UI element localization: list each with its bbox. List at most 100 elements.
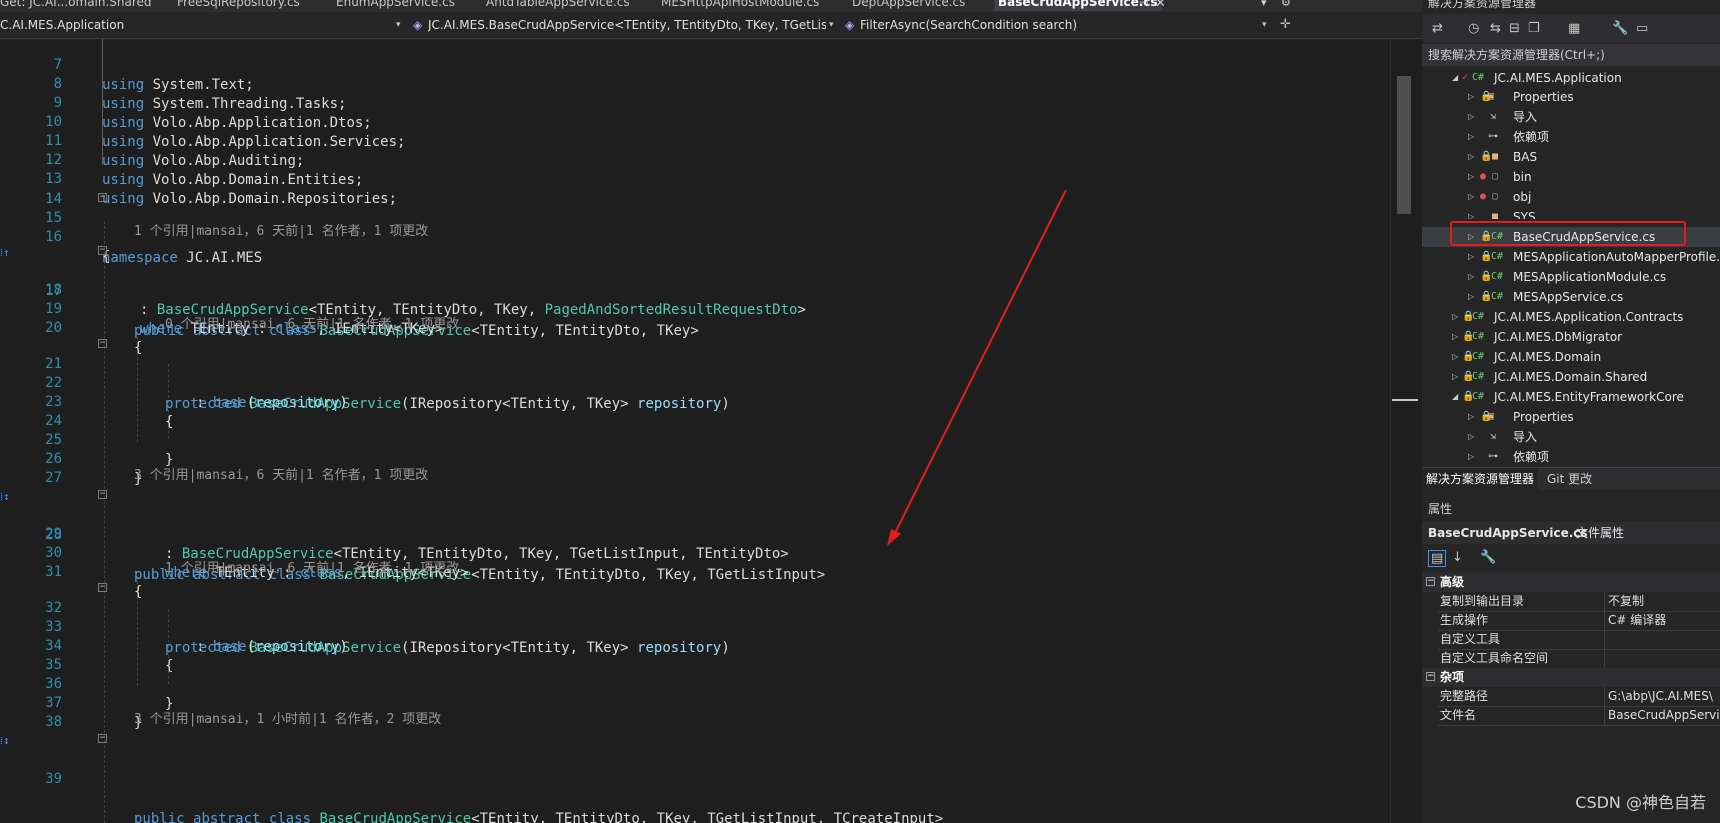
property-row[interactable]: 自定义工具命名空间 — [1438, 649, 1720, 669]
collapsed-arrow-icon[interactable]: ▷ — [1468, 247, 1474, 267]
property-row[interactable]: 文件名 BaseCrudAppServi — [1438, 706, 1720, 726]
tree-item-project-efcore[interactable]: ◢ 🔒 C# JC.AI.MES.EntityFrameworkCore — [1422, 387, 1720, 407]
collapsed-arrow-icon[interactable]: ▷ — [1468, 127, 1474, 147]
tree-item-mes-app-service[interactable]: ▷ 🔒 C# MESAppService.cs — [1422, 287, 1720, 307]
expanded-arrow-icon[interactable]: ◢ — [1452, 387, 1458, 407]
category-label: 高级 — [1440, 575, 1465, 589]
property-row[interactable]: 复制到输出目录 不复制 — [1438, 592, 1720, 612]
solution-search-input[interactable]: 搜索解决方案资源管理器(Ctrl+;) — [1422, 44, 1720, 66]
tree-item-import[interactable]: ▷ ⇲ 导入 — [1422, 427, 1720, 447]
property-name: 文件名 — [1440, 708, 1477, 722]
property-value[interactable]: BaseCrudAppServi — [1608, 706, 1720, 725]
collapsed-arrow-icon[interactable]: ▷ — [1468, 287, 1474, 307]
sync-icon[interactable]: ⇄ — [1432, 21, 1443, 36]
tab-git-changes[interactable]: Git 更改 — [1547, 468, 1592, 490]
collapsed-arrow-icon[interactable]: ▷ — [1452, 327, 1458, 347]
alphabetical-sort-icon[interactable]: ↓ — [1452, 550, 1463, 565]
tree-item-bas[interactable]: ▷ 🔒 ■ BAS — [1422, 147, 1720, 167]
panel-title: 解决方案资源管理器 — [1428, 0, 1537, 10]
category-misc[interactable]: − 杂项 — [1422, 668, 1720, 687]
property-row[interactable]: 生成操作 C# 编译器 — [1438, 611, 1720, 631]
collapsed-arrow-icon[interactable]: ▷ — [1468, 267, 1474, 287]
dependencies-icon: ⊶ — [1488, 131, 1498, 142]
collapsed-arrow-icon[interactable]: ▷ — [1468, 427, 1474, 447]
collapsed-arrow-icon[interactable]: ▷ — [1452, 367, 1458, 387]
tree-item-project-application[interactable]: ◢ ✓ C# JC.AI.MES.Application — [1422, 68, 1720, 88]
solution-toolbar: ⇄ ◷ ⇆ ⊟ ❐ ▦ 🔧 ▭ — [1422, 14, 1720, 42]
excluded-icon: ● — [1480, 191, 1487, 202]
filter-icon[interactable]: ▦ — [1568, 21, 1580, 36]
folder-wrench-icon: ▣ — [1488, 91, 1495, 102]
property-name: 复制到输出目录 — [1440, 594, 1525, 608]
tree-item-label: JC.AI.MES.DbMigrator — [1494, 330, 1623, 344]
tree-item-label: 依赖项 — [1513, 130, 1550, 144]
collapsed-arrow-icon[interactable]: ▷ — [1468, 207, 1474, 219]
tree-item-label: 导入 — [1513, 430, 1538, 444]
property-name: 自定义工具 — [1440, 632, 1501, 646]
history-icon[interactable]: ◷ — [1468, 21, 1479, 36]
tree-item-bin[interactable]: ▷ ● ▢ bin — [1422, 167, 1720, 187]
categorized-icon[interactable]: ▤ — [1428, 550, 1447, 567]
tab-solution-explorer[interactable]: 解决方案资源管理器 — [1422, 468, 1539, 490]
tree-item-label: bin — [1513, 170, 1532, 184]
properties-object-selector[interactable]: BaseCrudAppService.cs 文件属性 — [1422, 522, 1720, 544]
lock-icon: 🔒 — [1480, 151, 1493, 162]
tree-item-dependencies[interactable]: ▷ ⊶ 依赖项 — [1422, 127, 1720, 147]
category-label: 杂项 — [1440, 670, 1465, 684]
arrow-shaft — [893, 189, 1067, 536]
import-icon: ⇲ — [1490, 111, 1497, 122]
swap-icon[interactable]: ⇆ — [1490, 21, 1501, 36]
collapsed-arrow-icon[interactable]: ▷ — [1468, 447, 1474, 467]
tree-item-sys[interactable]: ▷ ■ SYS — [1422, 207, 1720, 219]
tree-item-project-domain[interactable]: ▷ 🔒 C# JC.AI.MES.Domain — [1422, 347, 1720, 367]
tree-item-label: JC.AI.MES.Application — [1494, 71, 1622, 85]
preview-icon[interactable]: ▭ — [1636, 21, 1648, 36]
collapsed-arrow-icon[interactable]: ▷ — [1468, 187, 1474, 207]
import-icon: ⇲ — [1490, 431, 1497, 442]
csharp-file-icon: C# — [1491, 291, 1504, 302]
show-all-files-icon[interactable]: ❐ — [1528, 21, 1540, 36]
collapsed-arrow-icon[interactable]: ▷ — [1468, 147, 1474, 167]
tree-item-label: JC.AI.MES.Application.Contracts — [1494, 310, 1684, 324]
collapsed-arrow-icon[interactable]: ▷ — [1468, 87, 1474, 107]
wrench-icon[interactable]: 🔧 — [1612, 21, 1628, 36]
tree-item-project-dbmigrator[interactable]: ▷ 🔒 C# JC.AI.MES.DbMigrator — [1422, 327, 1720, 347]
property-pages-icon[interactable]: 🔧 — [1480, 550, 1496, 565]
properties-panel: 属性 BaseCrudAppService.cs 文件属性 ▤ ↓ 🔧 − 高级… — [1422, 492, 1720, 823]
collapsed-arrow-icon[interactable]: ▷ — [1452, 307, 1458, 327]
property-name: 完整路径 — [1440, 689, 1489, 703]
csharp-project-icon: C# — [1472, 391, 1485, 402]
tree-item-label: JC.AI.MES.Domain.Shared — [1494, 370, 1648, 384]
folder-wrench-icon: ▣ — [1488, 411, 1495, 422]
collapsed-arrow-icon[interactable]: ▷ — [1468, 107, 1474, 127]
collapsed-arrow-icon[interactable]: ▷ — [1468, 407, 1474, 427]
tree-item-project-contracts[interactable]: ▷ 🔒 C# JC.AI.MES.Application.Contracts — [1422, 307, 1720, 327]
tree-item-label: SYS — [1513, 210, 1536, 219]
properties-toolbar: ▤ ↓ 🔧 — [1422, 547, 1720, 571]
tree-item-import[interactable]: ▷ ⇲ 导入 — [1422, 107, 1720, 127]
tree-item-application-module[interactable]: ▷ 🔒 C# MESApplicationModule.cs — [1422, 267, 1720, 287]
tree-item-label: BAS — [1513, 150, 1538, 164]
property-row[interactable]: 完整路径 G:\abp\JC.AI.MES\ — [1438, 687, 1720, 707]
tree-item-properties[interactable]: ▷ 🔒 ▣ Properties — [1422, 87, 1720, 107]
property-value[interactable]: G:\abp\JC.AI.MES\ — [1608, 687, 1713, 706]
expanded-arrow-icon[interactable]: ◢ — [1452, 68, 1458, 88]
tree-item-project-domain-shared[interactable]: ▷ 🔒 C# JC.AI.MES.Domain.Shared — [1422, 367, 1720, 387]
collapse-icon[interactable]: − — [1426, 672, 1435, 681]
collapse-icon[interactable]: − — [1426, 577, 1435, 586]
tree-item-obj[interactable]: ▷ ● ▢ obj — [1422, 187, 1720, 207]
category-advanced[interactable]: − 高级 — [1422, 573, 1720, 592]
collapsed-arrow-icon[interactable]: ▷ — [1452, 347, 1458, 367]
tree-item-label: 依赖项 — [1513, 450, 1550, 464]
collapsed-arrow-icon[interactable]: ▷ — [1468, 167, 1474, 187]
tree-item-dependencies[interactable]: ▷ ⊶ 依赖项 — [1422, 447, 1720, 467]
csharp-project-icon: C# — [1472, 351, 1485, 362]
csharp-project-icon: C# — [1472, 331, 1485, 342]
collapse-all-icon[interactable]: ⊟ — [1509, 21, 1520, 36]
tree-item-automapper-profile[interactable]: ▷ 🔒 C# MESApplicationAutoMapperProfile.c — [1422, 247, 1720, 267]
tree-item-properties[interactable]: ▷ 🔒 ▣ Properties — [1422, 407, 1720, 427]
csharp-project-icon: C# — [1472, 72, 1485, 83]
property-row[interactable]: 自定义工具 — [1438, 630, 1720, 650]
property-value[interactable]: C# 编译器 — [1608, 611, 1666, 630]
property-value[interactable]: 不复制 — [1608, 592, 1644, 611]
